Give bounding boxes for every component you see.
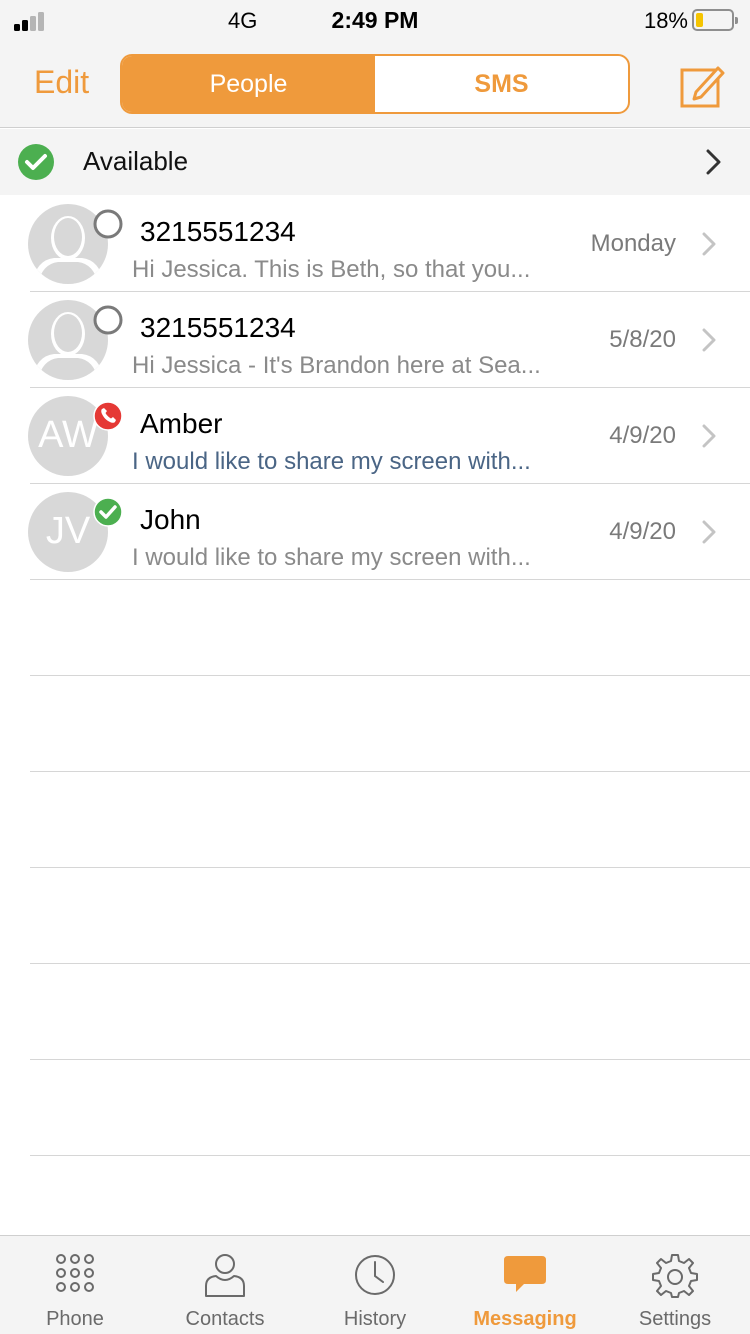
tab-label: History <box>343 1308 407 1330</box>
segmented-control: People SMS <box>120 54 630 114</box>
gear-icon <box>652 1254 698 1298</box>
tab-messaging[interactable]: Messaging <box>450 1236 600 1334</box>
segment-sms[interactable]: SMS <box>375 56 628 112</box>
chevron-right-icon <box>702 520 716 544</box>
battery-icon <box>692 9 738 31</box>
tab-label: Settings <box>638 1308 712 1330</box>
tab-label: Phone <box>46 1308 104 1330</box>
contact-name: 3215551234 <box>140 312 296 343</box>
dialpad-icon <box>56 1254 94 1292</box>
available-status-icon <box>93 497 123 527</box>
empty-list-area <box>0 580 750 1156</box>
message-date: 4/9/20 <box>609 422 676 449</box>
status-time: 2:49 PM <box>331 7 419 33</box>
edit-button[interactable]: Edit <box>34 64 89 101</box>
chevron-right-icon <box>702 328 716 352</box>
chevron-right-icon <box>702 424 716 448</box>
message-date: 5/8/20 <box>609 326 676 353</box>
check-circle-icon <box>18 144 54 180</box>
tab-label: Contacts <box>185 1308 265 1330</box>
message-row[interactable]: 3215551234 Hi Jessica - It's Brandon her… <box>0 292 750 388</box>
chat-bubble-icon <box>504 1256 546 1292</box>
on-call-status-icon <box>93 401 123 431</box>
empty-row-divider <box>0 1060 750 1156</box>
message-row[interactable]: JV John I would like to share my screen … <box>0 484 750 580</box>
message-row[interactable]: AW Amber I would like to share my screen… <box>0 388 750 484</box>
message-preview: I would like to share my screen with... <box>132 448 531 475</box>
segment-people[interactable]: People <box>122 56 375 112</box>
tab-phone[interactable]: Phone <box>0 1236 150 1334</box>
clock-icon <box>355 1255 395 1295</box>
message-preview: Hi Jessica - It's Brandon here at Sea... <box>132 352 541 379</box>
tab-contacts[interactable]: Contacts <box>150 1236 300 1334</box>
availability-label: Available <box>83 146 189 176</box>
message-preview: I would like to share my screen with... <box>132 544 531 571</box>
offline-status-icon <box>93 305 123 335</box>
contacts-icon <box>205 1254 245 1297</box>
tab-label: Messaging <box>473 1308 577 1330</box>
message-preview: Hi Jessica. This is Beth, so that you... <box>132 256 531 283</box>
nav-bar: Edit People SMS <box>0 42 750 128</box>
tab-settings[interactable]: Settings <box>600 1236 750 1334</box>
tab-history[interactable]: History <box>300 1236 450 1334</box>
chevron-right-icon <box>706 149 721 175</box>
empty-row-divider <box>0 964 750 1060</box>
compose-icon[interactable] <box>678 62 726 110</box>
message-list: 3215551234 Hi Jessica. This is Beth, so … <box>0 196 750 580</box>
empty-row-divider <box>0 868 750 964</box>
contact-name: Amber <box>140 408 223 439</box>
message-row[interactable]: 3215551234 Hi Jessica. This is Beth, so … <box>0 196 750 292</box>
contact-name: 3215551234 <box>140 216 296 247</box>
battery-percent: 18% <box>643 8 688 33</box>
message-date: Monday <box>590 230 676 257</box>
empty-row-divider <box>0 676 750 772</box>
contact-name: John <box>140 504 201 535</box>
offline-status-icon <box>93 209 123 239</box>
chevron-right-icon <box>702 232 716 256</box>
status-bar: 4G 2:49 PM 18% <box>0 0 750 42</box>
empty-row-divider <box>0 580 750 676</box>
empty-row-divider <box>0 772 750 868</box>
availability-row[interactable]: Available <box>0 129 750 195</box>
message-date: 4/9/20 <box>609 518 676 545</box>
tab-bar: Phone Contacts History Messaging Setting… <box>0 1235 750 1334</box>
